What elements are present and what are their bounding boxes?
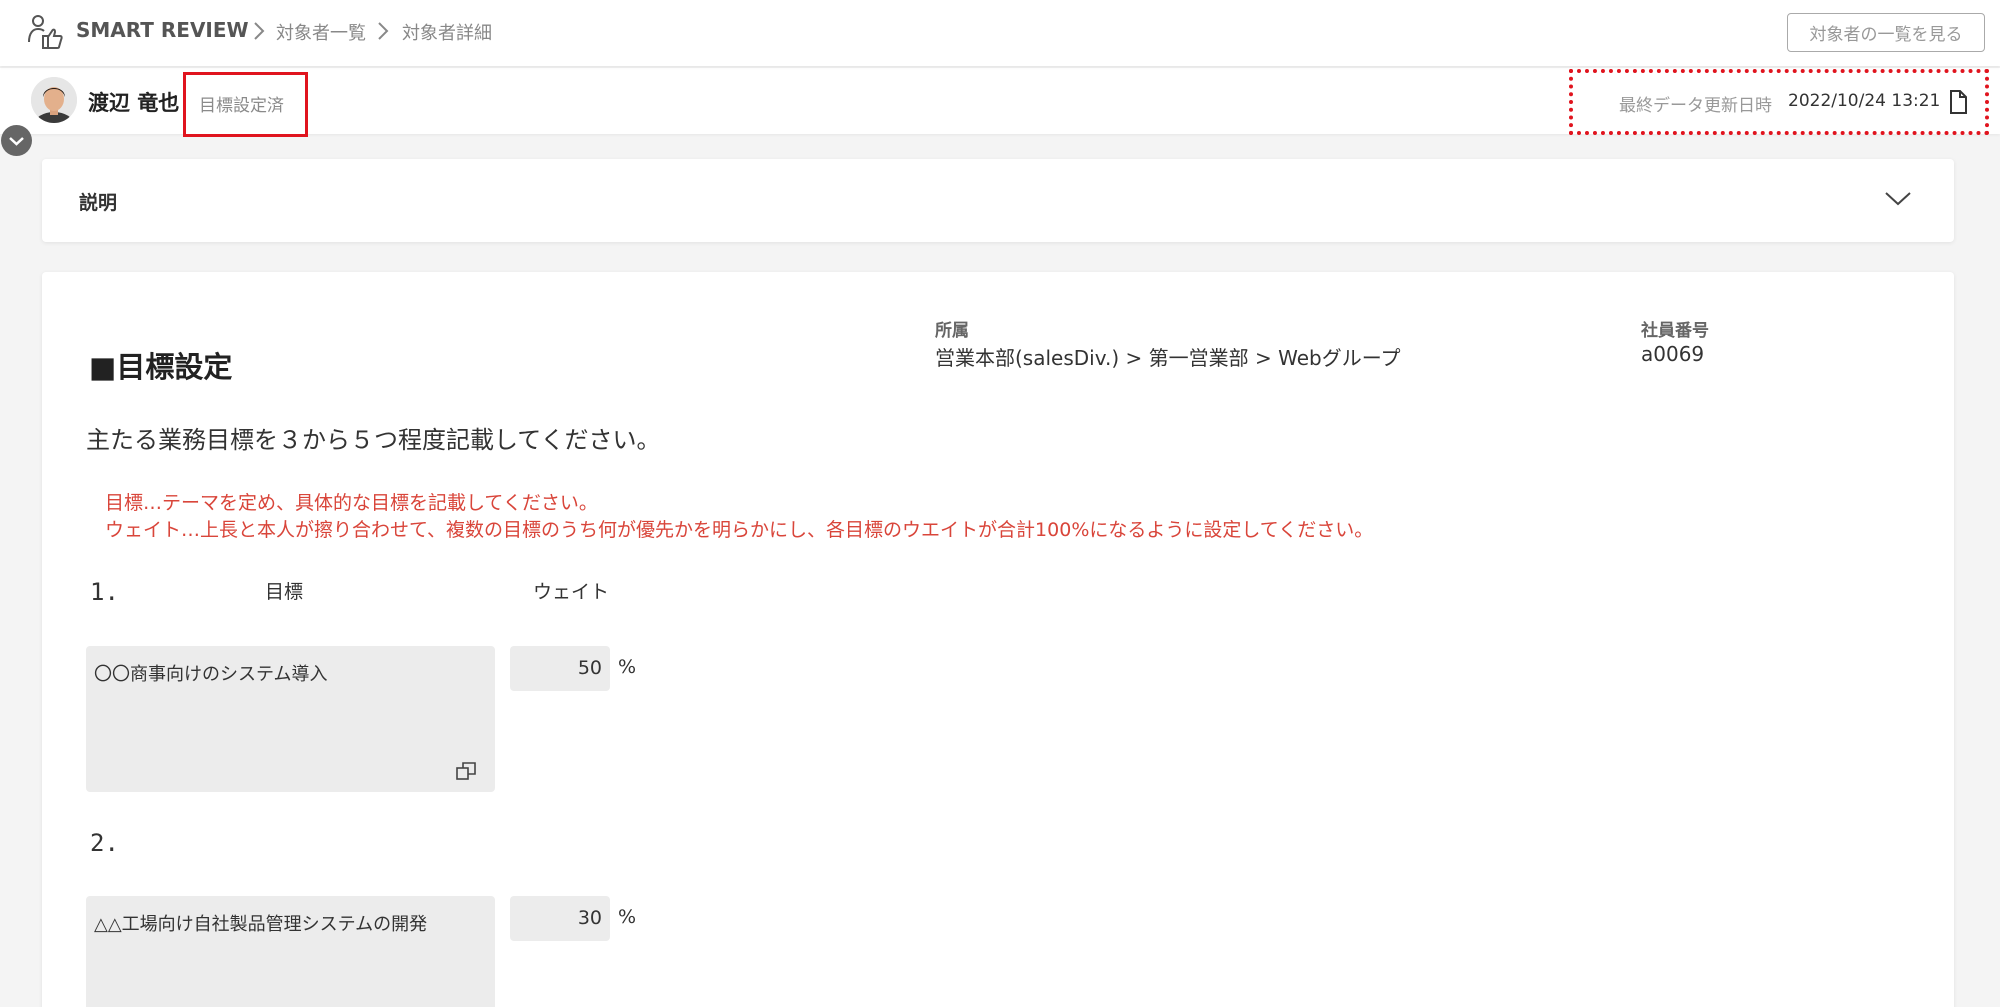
last-update-value: 2022/10/24 13:21 [1788,91,1941,111]
percent-symbol: % [618,906,637,928]
breadcrumb-target-detail: 対象者詳細 [402,23,492,44]
last-update-label: 最終データ更新日時 [1619,96,1772,116]
weight-input[interactable]: 30 [510,896,610,941]
goal-column-header: 目標 [265,581,304,603]
document-icon[interactable] [1948,89,1968,115]
chevron-down-icon[interactable] [1883,187,1913,209]
chevron-down-icon [9,137,24,146]
affiliation-value: 営業本部(salesDiv.) > 第一営業部 > Webグループ [935,346,1401,370]
description-panel[interactable]: 説明 [42,159,1954,242]
user-name: 渡辺 竜也 [88,91,180,115]
user-info-bar: 渡辺 竜也 目標設定済 最終データ更新日時 2022/10/24 13:21 [0,68,2000,137]
goal-input[interactable]: 〇〇商事向けのシステム導入 [86,646,495,792]
goal-number: 2. [90,829,119,857]
note-goal: 目標…テーマを定め、具体的な目標を記載してください。 [105,492,598,514]
breadcrumb-target-list[interactable]: 対象者一覧 [276,19,366,45]
percent-symbol: % [618,656,637,678]
top-header-bar: SMART REVIEW 対象者一覧 対象者詳細 対象者の一覧を見る [0,0,2000,66]
brand-name[interactable]: SMART REVIEW [76,18,249,42]
employee-number-value: a0069 [1641,342,1705,366]
status-highlight-box: 目標設定済 [183,72,308,137]
status-badge: 目標設定済 [199,96,284,116]
collapse-toggle-button[interactable] [1,125,32,156]
weight-value: 30 [577,907,602,929]
avatar [31,77,77,123]
goal-text: 〇〇商事向けのシステム導入 [94,664,328,685]
weight-column-header: ウェイト [533,581,610,603]
goal-number: 1. [90,578,119,606]
note-weight: ウェイト…上長と本人が擦り合わせて、複数の目標のうち何が優先かを明らかにし、各目… [105,519,1374,541]
expand-icon[interactable] [455,761,477,781]
description-title: 説明 [79,192,118,214]
section-title: ■目標設定 [89,350,233,384]
goal-setting-panel: ■目標設定 所属 営業本部(salesDiv.) > 第一営業部 > Webグル… [42,272,1954,1007]
chevron-right-icon [378,22,389,40]
chevron-right-icon [254,22,265,40]
instruction-text: 主たる業務目標を３から５つ程度記載してください。 [86,426,661,454]
weight-value: 50 [577,657,602,679]
affiliation-label: 所属 [935,321,969,341]
view-target-list-button[interactable]: 対象者の一覧を見る [1787,13,1985,52]
employee-number-label: 社員番号 [1641,321,1709,341]
goal-input[interactable]: △△工場向け自社製品管理システムの開発 [86,896,495,1007]
goal-text: △△工場向け自社製品管理システムの開発 [94,914,428,935]
weight-input[interactable]: 50 [510,646,610,691]
user-thumbs-up-icon [28,15,63,49]
last-update-highlight-box: 最終データ更新日時 2022/10/24 13:21 [1569,69,1989,135]
